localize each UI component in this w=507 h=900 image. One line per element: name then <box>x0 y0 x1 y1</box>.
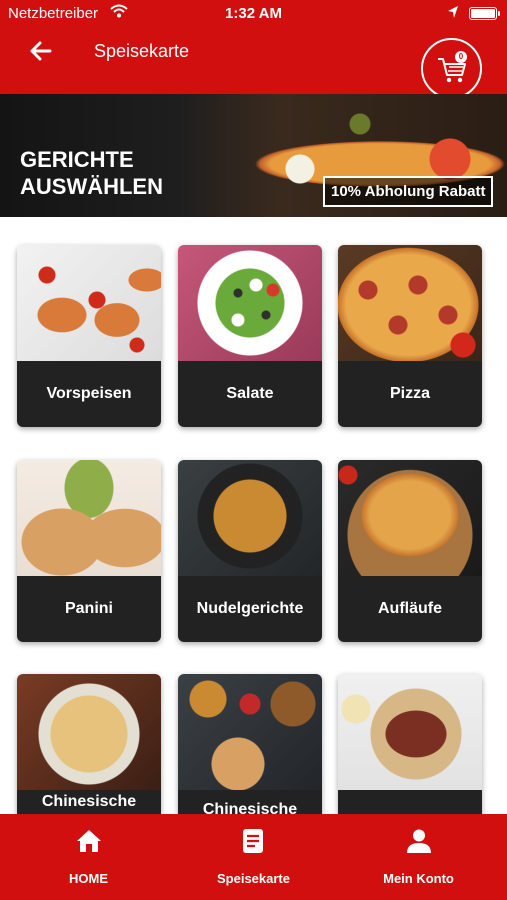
category-label: Vorspeisen <box>17 361 161 427</box>
category-label: Salate <box>178 361 322 427</box>
banner-title: GERICHTE AUSWÄHLEN <box>20 147 163 199</box>
nav-item-home[interactable]: HOME <box>4 814 173 900</box>
category-label: Pizza <box>338 361 482 427</box>
promo-banner: GERICHTE AUSWÄHLEN 10% Abholung Rabatt <box>0 94 507 217</box>
category-image <box>17 460 161 576</box>
category-card-chinesische-2[interactable]: Chinesische <box>178 674 322 814</box>
category-label: Aufläufe <box>338 576 482 642</box>
category-card-3[interactable] <box>338 674 482 814</box>
status-time: 1:32 AM <box>225 5 282 22</box>
category-card-chinesische-1[interactable]: Chinesische <box>17 674 161 814</box>
location-arrow-icon <box>448 6 458 18</box>
battery-icon <box>469 7 500 20</box>
cart-button[interactable]: 0 <box>421 38 482 99</box>
category-card-salate[interactable]: Salate <box>178 245 322 427</box>
category-image <box>178 460 322 576</box>
page-title: Speisekarte <box>94 41 190 61</box>
category-image <box>17 674 161 790</box>
category-card-pizza[interactable]: Pizza <box>338 245 482 427</box>
nav-label-mein-konto: Mein Konto <box>383 871 454 886</box>
back-button[interactable] <box>26 36 56 66</box>
category-image <box>338 674 482 790</box>
category-label: Chinesische <box>178 790 322 814</box>
category-label: Nudelgerichte <box>178 576 322 642</box>
nav-item-mein-konto[interactable]: Mein Konto <box>334 814 503 900</box>
category-card-nudelgerichte[interactable]: Nudelgerichte <box>178 460 322 642</box>
bottom-navigation: HOME Speisekarte Mein Konto <box>0 814 507 900</box>
category-card-panini[interactable]: Panini <box>17 460 161 642</box>
category-image <box>338 245 482 361</box>
category-image <box>338 460 482 576</box>
category-label: Panini <box>17 576 161 642</box>
category-card-auflaeufe[interactable]: Aufläufe <box>338 460 482 642</box>
category-label: Chinesische <box>17 790 161 814</box>
category-image <box>17 245 161 361</box>
user-icon <box>407 829 431 853</box>
nav-label-home: HOME <box>69 871 108 886</box>
category-label <box>338 790 482 814</box>
menu-list-icon <box>243 829 263 853</box>
category-image <box>178 674 322 790</box>
arrow-left-icon <box>30 41 52 61</box>
status-bar: Netzbetreiber 1:32 AM <box>0 0 507 28</box>
discount-badge: 10% Abholung Rabatt <box>323 176 494 207</box>
nav-label-speisekarte: Speisekarte <box>217 871 290 886</box>
app-header: Netzbetreiber 1:32 AM Speisekarte 0 <box>0 0 507 99</box>
home-icon <box>77 830 101 852</box>
category-grid: Vorspeisen Salate Pizza Panini Nudelgeri… <box>0 217 507 814</box>
nav-item-speisekarte[interactable]: Speisekarte <box>169 814 338 900</box>
category-image <box>178 245 322 361</box>
category-card-vorspeisen[interactable]: Vorspeisen <box>17 245 161 427</box>
cart-count-badge: 0 <box>455 51 467 63</box>
